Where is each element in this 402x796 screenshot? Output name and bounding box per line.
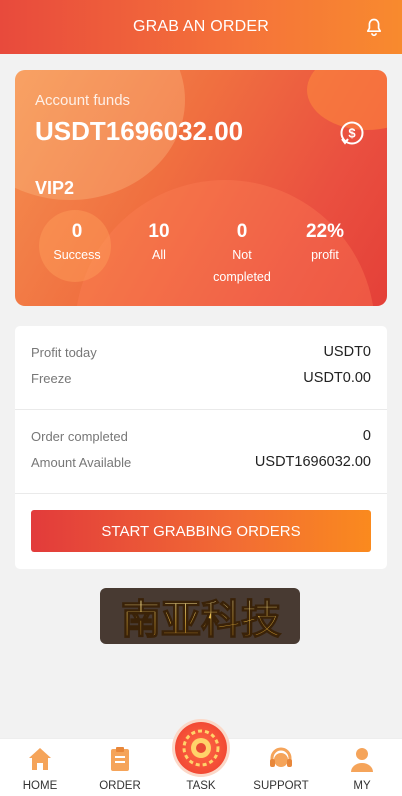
home-icon — [29, 748, 51, 770]
task-wheel-icon — [182, 729, 220, 767]
tab-order[interactable]: ORDER — [80, 739, 160, 796]
stat-not-completed: 0 Not completed — [202, 220, 282, 288]
tab-label: MY — [353, 780, 371, 792]
user-icon — [351, 748, 373, 772]
divider — [15, 493, 387, 494]
profit-today-label: Profit today — [31, 344, 97, 360]
freeze-label: Freeze — [31, 370, 72, 386]
svg-text:南亚科技: 南亚科技 — [121, 596, 281, 643]
task-wheel-button[interactable] — [175, 722, 227, 774]
order-completed-row: Order completed 0 — [31, 428, 371, 444]
header: GRAB AN ORDER — [0, 0, 402, 54]
page-title: GRAB AN ORDER — [133, 18, 269, 35]
stat-label: Not completed — [213, 248, 271, 284]
vip-level: VIP2 — [35, 178, 75, 198]
tab-support[interactable]: SUPPORT — [241, 739, 321, 796]
start-grabbing-orders-button[interactable]: START GRABBING ORDERS — [31, 510, 371, 552]
account-funds-label: Account funds — [35, 92, 131, 109]
stat-label: profit — [311, 248, 339, 262]
svg-text:$: $ — [348, 126, 356, 141]
order-completed-value: 0 — [362, 428, 371, 444]
brand-logo: 南亚科技 — [100, 588, 300, 644]
order-completed-label: Order completed — [31, 428, 128, 444]
stat-success: 0 Success — [37, 220, 117, 266]
summary-panel: Profit today USDT0 Freeze USDT0.00 Order… — [15, 326, 387, 569]
account-card: Account funds USDT1696032.00 $ VIP2 0 Su… — [15, 70, 387, 306]
stat-label: All — [152, 248, 166, 262]
freeze-row: Freeze USDT0.00 — [31, 370, 371, 386]
amount-available-label: Amount Available — [31, 454, 132, 470]
divider — [15, 409, 387, 410]
stat-value: 0 — [236, 221, 248, 242]
profit-today-row: Profit today USDT0 — [31, 344, 371, 360]
headset-icon — [270, 747, 292, 767]
profit-today-value: USDT0 — [323, 344, 371, 360]
tab-label: SUPPORT — [253, 780, 309, 792]
amount-available-row: Amount Available USDT1696032.00 — [31, 454, 371, 470]
tab-label: TASK — [186, 780, 216, 792]
freeze-value: USDT0.00 — [303, 370, 371, 386]
tab-label: HOME — [22, 780, 58, 792]
stat-label: Success — [53, 248, 101, 262]
account-funds-value: USDT1696032.00 — [35, 116, 244, 146]
stat-value: 10 — [148, 221, 170, 242]
amount-available-value: USDT1696032.00 — [254, 454, 371, 470]
bell-icon[interactable] — [364, 17, 384, 37]
stat-value: 22% — [305, 221, 345, 242]
clipboard-icon — [111, 747, 129, 771]
dollar-exchange-icon[interactable]: $ — [339, 120, 365, 146]
tab-my[interactable]: MY — [322, 739, 402, 796]
tab-home[interactable]: HOME — [0, 739, 80, 796]
tab-label: ORDER — [99, 780, 141, 792]
stat-value: 0 — [71, 221, 83, 242]
stat-profit: 22% profit — [285, 220, 365, 266]
stat-all: 10 All — [119, 220, 199, 266]
